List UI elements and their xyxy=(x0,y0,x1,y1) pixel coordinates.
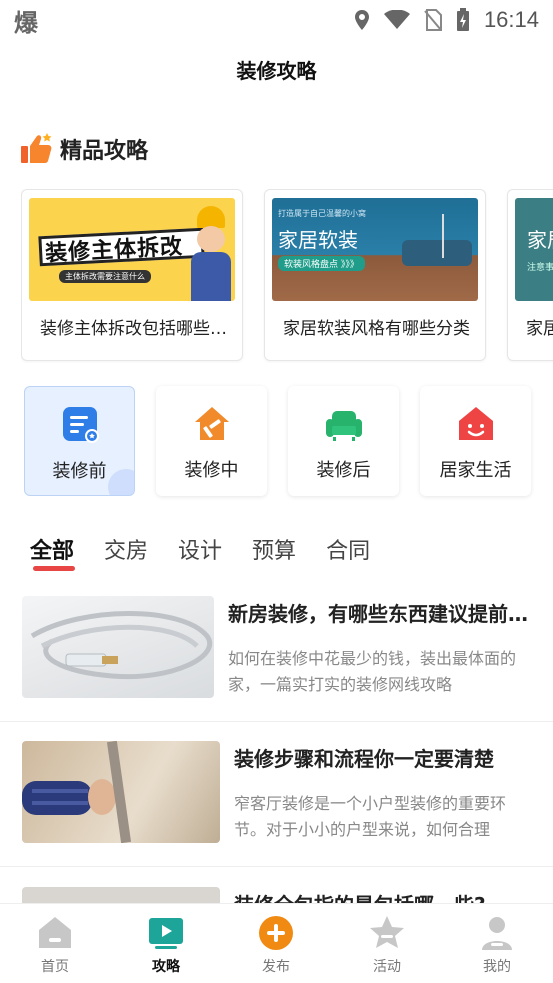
nav-activity[interactable]: 活动 xyxy=(347,914,427,976)
page-title: 装修攻略 xyxy=(236,59,317,83)
nav-publish[interactable]: 发布 xyxy=(236,914,316,976)
nav-label: 我的 xyxy=(483,959,511,975)
featured-carousel[interactable]: 装修主体拆改 主体拆改需要注意什么 装修主体拆改包括哪些内容 打造属于自己温馨的… xyxy=(21,189,553,363)
article-tabs: 全部 交房 设计 预算 合同 xyxy=(30,533,370,565)
tab-contract[interactable]: 合同 xyxy=(326,533,370,565)
user-icon xyxy=(482,917,512,950)
no-sim-icon xyxy=(424,9,442,31)
featured-section-header: 精品攻略 xyxy=(20,133,148,165)
banner-subtitle: 主体拆改需要注意什么 xyxy=(59,270,151,283)
thumbs-up-icon xyxy=(21,133,52,163)
guide-tv-icon xyxy=(149,918,183,949)
house-hammer-icon xyxy=(195,407,229,440)
category-before-renovation[interactable]: 装修前 xyxy=(24,386,135,496)
nav-label: 发布 xyxy=(262,959,290,975)
featured-card[interactable]: 家居 注意事 家居 xyxy=(507,189,553,361)
category-during-renovation[interactable]: 装修中 xyxy=(156,386,267,496)
nav-label: 攻略 xyxy=(152,959,180,975)
status-time: 16:14 xyxy=(483,7,539,32)
category-grid: 装修前 装修中 装修后 居家生活 xyxy=(24,386,544,498)
featured-section-title: 精品攻略 xyxy=(60,139,149,164)
article-description: 窄客厅装修是一个小户型装修的重要环节。对于小小的户型来说，如何合理 xyxy=(234,794,507,839)
nav-guide[interactable]: 攻略 xyxy=(126,914,206,976)
status-bar: 爆 16:14 xyxy=(0,0,553,40)
featured-card-title: 家居 xyxy=(526,319,553,339)
document-icon xyxy=(63,407,99,443)
nav-mine[interactable]: 我的 xyxy=(457,914,537,976)
featured-card-image: 家居 注意事 xyxy=(515,198,553,301)
banner-headline: 家居软装 xyxy=(278,228,358,252)
plus-circle-icon xyxy=(259,916,293,950)
tab-all[interactable]: 全部 xyxy=(30,533,74,565)
banner-headline: 家居 xyxy=(527,228,553,252)
featured-card[interactable]: 装修主体拆改 主体拆改需要注意什么 装修主体拆改包括哪些内容 xyxy=(21,189,243,361)
banner-subtitle: 注意事 xyxy=(527,263,553,273)
article-thumbnail xyxy=(22,596,214,698)
category-home-life[interactable]: 居家生活 xyxy=(420,386,531,496)
battery-charging-icon xyxy=(456,8,469,31)
banner-subtitle: 软装风格盘点 》》》 xyxy=(278,256,365,271)
tab-budget[interactable]: 预算 xyxy=(252,533,296,565)
article-thumbnail xyxy=(22,741,220,843)
tab-handover[interactable]: 交房 xyxy=(104,533,148,565)
tab-design[interactable]: 设计 xyxy=(178,533,222,565)
active-tab-indicator xyxy=(33,566,75,571)
sofa-icon xyxy=(326,411,362,441)
category-label: 装修中 xyxy=(184,460,239,481)
wifi-icon xyxy=(383,10,410,29)
article-title: 新房装修，有哪些东西建议提前准备 xyxy=(228,602,533,626)
star-badge-icon xyxy=(370,916,404,948)
featured-card-image: 装修主体拆改 主体拆改需要注意什么 xyxy=(29,198,235,301)
nav-home[interactable]: 首页 xyxy=(15,914,95,976)
status-app-glyph: 爆 xyxy=(14,8,38,37)
category-after-renovation[interactable]: 装修后 xyxy=(288,386,399,496)
featured-card-image: 打造属于自己温馨的小窝 家居软装 软装风格盘点 》》》 xyxy=(272,198,478,301)
featured-card-title: 家居软装风格有哪些分类 xyxy=(283,319,470,339)
article-item[interactable]: 装修步骤和流程你一定要清楚 窄客厅装修是一个小户型装修的重要环节。对于小小的户型… xyxy=(0,741,553,867)
banner-small-text: 打造属于自己温馨的小窝 xyxy=(278,209,366,218)
bottom-navigation: 首页 攻略 发布 活动 我的 xyxy=(0,903,553,983)
category-label: 居家生活 xyxy=(439,460,512,481)
nav-label: 首页 xyxy=(41,959,69,975)
banner-headline: 装修主体拆改 xyxy=(44,234,184,267)
category-label: 装修后 xyxy=(316,460,371,481)
article-title: 装修步骤和流程你一定要清楚 xyxy=(234,747,494,771)
featured-card[interactable]: 打造属于自己温馨的小窝 家居软装 软装风格盘点 》》》 家居软装风格有哪些分类 xyxy=(264,189,486,361)
article-description: 如何在装修中花最少的钱，装出最体面的家，一篇实打实的装修网线攻略 xyxy=(228,649,517,694)
featured-card-title: 装修主体拆改包括哪些内容 xyxy=(40,319,230,339)
location-icon xyxy=(354,10,369,30)
nav-label: 活动 xyxy=(373,959,401,975)
article-item[interactable]: 新房装修，有哪些东西建议提前准备 如何在装修中花最少的钱，装出最体面的家，一篇实… xyxy=(0,596,553,722)
smiley-house-icon xyxy=(459,407,493,440)
home-icon xyxy=(39,917,71,948)
